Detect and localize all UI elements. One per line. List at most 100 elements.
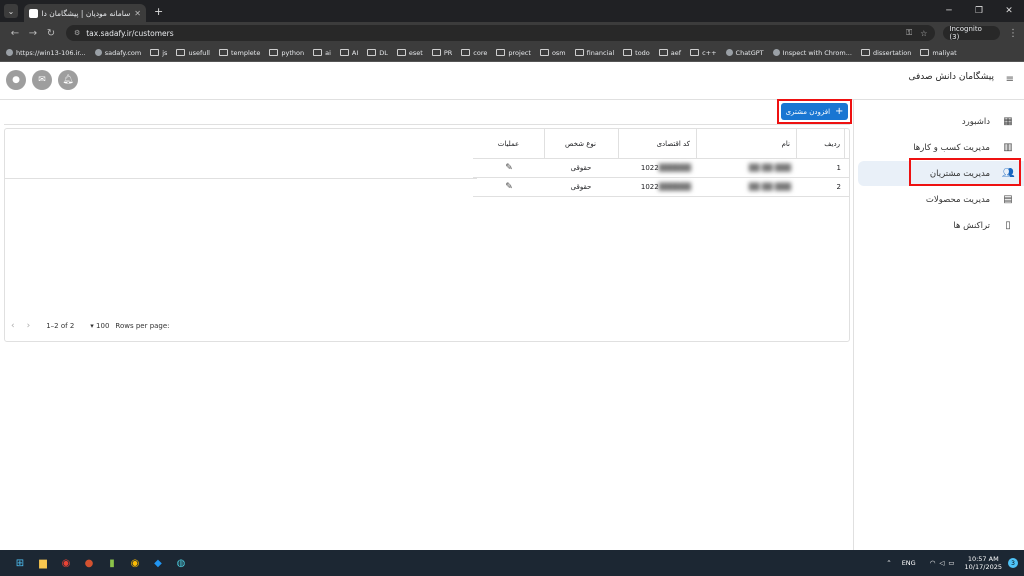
browser-tab-bar: ⌄ سامانه مودیان | پیشگامان دانش ... ✕ + … <box>0 0 1024 22</box>
address-bar[interactable]: ⚙ tax.sadafy.ir/customers ⚿ ☆ <box>65 25 936 41</box>
next-page-icon[interactable]: › <box>27 321 31 331</box>
bookmark-item[interactable]: aef <box>658 49 681 57</box>
windows-start-icon[interactable]: ⊞ <box>9 552 31 574</box>
dashboard-icon: ▦ <box>1003 116 1013 127</box>
sidebar-item-transactions[interactable]: تراکنش ها ▯ <box>854 213 1024 238</box>
bookmark-item[interactable]: project <box>496 49 531 57</box>
chrome-icon[interactable]: ◉ <box>124 552 146 574</box>
window-controls: ─ ❐ ✕ <box>934 0 1024 22</box>
site-info-icon[interactable]: ⚙ <box>74 29 80 37</box>
table-row[interactable]: 1 ██ ██ ███ 1022 ██████ حقوقی ✎ <box>473 159 849 178</box>
bookmark-item[interactable]: sadafy.com <box>94 48 142 57</box>
site-icon <box>94 49 102 56</box>
edit-icon[interactable]: ✎ <box>505 163 513 173</box>
clock[interactable]: 10:57 AM 10/17/2025 <box>965 555 1002 571</box>
browser-icon[interactable]: ◍ <box>170 552 192 574</box>
back-icon[interactable]: ← <box>6 28 24 39</box>
bookmark-item[interactable]: dissertation <box>860 48 912 57</box>
volume-icon[interactable]: ◁ <box>939 559 944 567</box>
vscode-icon[interactable]: ◆ <box>147 552 169 574</box>
reload-icon[interactable]: ↻ <box>42 28 60 39</box>
incognito-label: Incognito (3) <box>949 25 982 41</box>
close-window-icon[interactable]: ✕ <box>994 0 1024 22</box>
battery-icon[interactable]: ▭ <box>948 559 954 567</box>
bookmark-item[interactable]: ai <box>313 49 331 57</box>
bookmark-label: sadafy.com <box>104 48 142 57</box>
prev-page-icon[interactable]: ‹ <box>11 321 15 331</box>
forward-icon[interactable]: → <box>24 28 42 39</box>
economic-code-value: 1022 <box>640 183 659 191</box>
sidebar: داشبورد ▦ مدیریت کسب و کارها ▥ مدیریت مش… <box>853 100 1024 550</box>
folder-icon <box>218 49 228 56</box>
restore-icon[interactable]: ❐ <box>964 0 994 22</box>
row-index: 2 <box>836 183 841 191</box>
browser-menu-icon[interactable]: ⋮ <box>1008 28 1018 39</box>
account-icon[interactable]: ● <box>6 70 26 90</box>
bookmark-item[interactable]: osm <box>539 49 566 57</box>
incognito-badge[interactable]: Incognito (3) <box>943 25 1000 41</box>
notepad-icon[interactable]: ▮ <box>101 552 123 574</box>
folder-icon <box>367 49 377 56</box>
bookmark-item[interactable]: c++ <box>690 49 717 57</box>
sidebar-item-label: مدیریت کسب و کارها <box>913 142 990 153</box>
new-tab-icon[interactable]: + <box>154 5 163 18</box>
wifi-icon[interactable]: ◠ <box>930 559 936 567</box>
bookmark-label: dissertation <box>872 48 912 57</box>
divider <box>4 124 850 125</box>
rows-per-page-value: 100 <box>96 322 110 330</box>
tab-search-icon[interactable]: ⌄ <box>4 4 18 18</box>
bookmark-item[interactable]: usefull <box>176 49 210 57</box>
bookmark-star-icon[interactable]: ☆ <box>920 29 927 38</box>
folder-icon <box>574 49 584 56</box>
bookmark-label: python <box>281 48 305 57</box>
column-header-idx[interactable]: ردیف <box>797 129 845 158</box>
chevron-up-icon[interactable]: ⌃ <box>886 559 891 567</box>
system-tray: ⌃ ENG ◠ ◁ ▭ 10:57 AM 10/17/2025 3 <box>886 550 1018 576</box>
bookmark-item[interactable]: eset <box>396 48 423 57</box>
app-root: ● ✉ 🔔︎ پیشگامان دانش صدفی ≡ داشبورد ▦ مد… <box>0 62 1024 550</box>
bookmark-item[interactable]: core <box>461 49 487 57</box>
mail-icon[interactable]: ✉ <box>32 70 52 90</box>
bookmark-item[interactable]: Inspect with Chrom... <box>772 49 852 57</box>
address-text: tax.sadafy.ir/customers <box>86 28 174 38</box>
table-row[interactable]: 2 ██ ██ ███ 1022 ██████ حقوقی ✎ <box>473 178 849 197</box>
sidebar-item-dashboard[interactable]: داشبورد ▦ <box>854 109 1024 134</box>
folder-icon <box>431 49 441 56</box>
sidebar-item-business[interactable]: مدیریت کسب و کارها ▥ <box>854 135 1024 160</box>
bookmark-label: eset <box>408 48 423 57</box>
menu-toggle-icon[interactable]: ≡ <box>1006 74 1014 85</box>
bookmark-label: PR <box>443 48 453 57</box>
bookmark-item[interactable]: DL <box>367 49 388 57</box>
browser-tab[interactable]: سامانه مودیان | پیشگامان دانش ... ✕ <box>24 4 146 22</box>
bookmark-label: AI <box>351 48 359 57</box>
password-key-icon[interactable]: ⚿ <box>906 28 912 38</box>
edit-icon[interactable]: ✎ <box>505 182 513 192</box>
column-header-name[interactable]: نام <box>697 129 797 158</box>
sidebar-item-label: تراکنش ها <box>953 220 990 231</box>
close-tab-icon[interactable]: ✕ <box>134 9 141 18</box>
sidebar-item-products[interactable]: مدیریت محصولات ▤ <box>854 187 1024 212</box>
column-header-type[interactable]: نوع شخص <box>543 129 619 158</box>
bookmark-item[interactable]: python <box>269 49 304 57</box>
bookmark-item[interactable]: todo <box>623 49 650 57</box>
bookmark-item[interactable]: templete <box>218 49 260 57</box>
header-actions: ● ✉ 🔔︎ <box>6 70 84 90</box>
bookmark-item[interactable]: AI <box>339 48 359 57</box>
powerpoint-icon[interactable]: ● <box>78 552 100 574</box>
file-explorer-icon[interactable]: ▆ <box>32 552 54 574</box>
language-indicator[interactable]: ENG <box>902 559 916 567</box>
notification-bell-icon[interactable]: 🔔︎ <box>58 70 78 90</box>
bookmark-item[interactable]: https://win13-106.ir... <box>6 49 86 57</box>
notification-badge[interactable]: 3 <box>1008 558 1018 568</box>
rows-per-page-select[interactable]: ▾ 100 <box>90 322 109 330</box>
economic-code-hidden: ██████ <box>658 164 691 172</box>
bookmark-item[interactable]: financial <box>574 49 614 57</box>
folder-icon <box>461 49 471 56</box>
bookmark-item[interactable]: ChatGPT <box>725 49 764 57</box>
bookmark-item[interactable]: js <box>150 49 167 57</box>
bookmark-item[interactable]: maliyat <box>920 49 957 57</box>
chrome-icon[interactable]: ◉ <box>55 552 77 574</box>
minimize-icon[interactable]: ─ <box>934 0 964 22</box>
folder-icon <box>339 49 349 56</box>
bookmark-item[interactable]: PR <box>431 48 453 57</box>
